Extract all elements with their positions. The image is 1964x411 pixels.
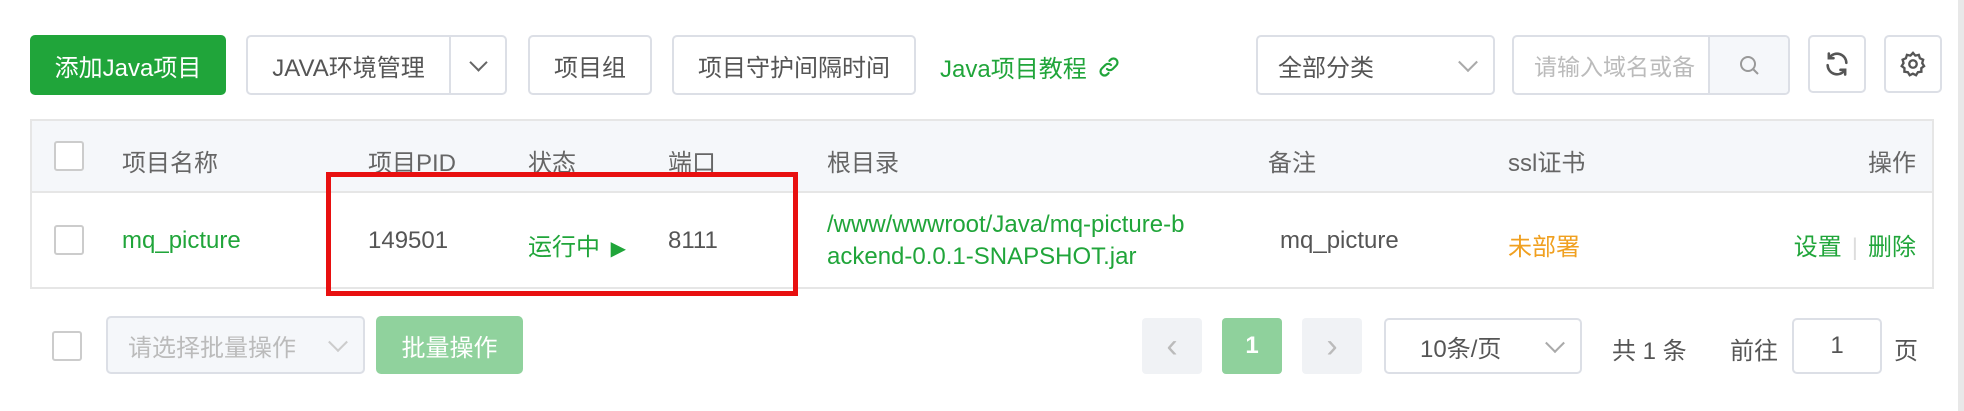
- select-all-checkbox[interactable]: [54, 141, 84, 171]
- settings-button[interactable]: [1884, 35, 1942, 93]
- page-size-value: 10条/页: [1420, 335, 1502, 363]
- java-env-dropdown-button[interactable]: [449, 35, 507, 95]
- batch-action-placeholder: 请选择批量操作: [128, 334, 296, 362]
- project-panel: 添加Java项目 JAVA环境管理 项目组 项目守护间隔时间 Java项目教程 …: [0, 0, 1964, 411]
- search-button[interactable]: [1708, 37, 1788, 93]
- action-separator: |: [1851, 234, 1858, 261]
- chevron-down-icon: [1545, 333, 1565, 354]
- project-root-link[interactable]: /www/wwwroot/Java/mq-picture-b ackend-0.…: [827, 209, 1184, 273]
- batch-operate-button[interactable]: 批量操作: [376, 316, 523, 374]
- search-input[interactable]: 请输入域名或备: [1514, 37, 1708, 93]
- next-page-button[interactable]: ›: [1302, 318, 1362, 374]
- header-actions: 操作: [1868, 150, 1916, 177]
- refresh-button[interactable]: [1808, 35, 1866, 93]
- search-box: 请输入域名或备: [1512, 35, 1790, 95]
- link-icon: [1099, 56, 1119, 77]
- goto-page-input[interactable]: 1: [1792, 318, 1882, 374]
- refresh-icon: [1826, 52, 1848, 76]
- settings-link[interactable]: 设置: [1794, 234, 1842, 261]
- chevron-down-icon: [468, 52, 488, 72]
- row-checkbox[interactable]: [54, 225, 84, 255]
- category-select[interactable]: 全部分类: [1256, 35, 1495, 95]
- goto-unit: 页: [1894, 338, 1918, 365]
- batch-action-select[interactable]: 请选择批量操作: [106, 316, 365, 374]
- current-page-button[interactable]: 1: [1222, 318, 1282, 374]
- total-count: 共 1 条: [1612, 338, 1687, 365]
- category-select-value: 全部分类: [1278, 54, 1374, 82]
- prev-page-button[interactable]: ‹: [1142, 318, 1202, 374]
- table-row: mq_picture 149501 运行中 ▶ 8111 /www/wwwroo…: [32, 193, 1932, 289]
- goto-label: 前往: [1730, 338, 1778, 365]
- java-tutorial-label: Java项目教程: [940, 56, 1087, 83]
- project-table: 项目名称 项目PID 状态 端口 根目录 备注 ssl证书 操作 mq_pict…: [30, 119, 1934, 289]
- gear-icon: [1900, 51, 1926, 77]
- header-root: 根目录: [827, 150, 899, 177]
- chevron-down-icon: [328, 332, 348, 353]
- guard-interval-button[interactable]: 项目守护间隔时间: [672, 35, 916, 95]
- search-icon: [1740, 56, 1759, 75]
- root-path-line1: /www/wwwroot/Java/mq-picture-b: [827, 211, 1185, 238]
- java-tutorial-link[interactable]: Java项目教程: [940, 49, 1121, 84]
- header-remark: 备注: [1268, 150, 1316, 177]
- row-actions: 设置 | 删除: [1794, 227, 1916, 262]
- project-group-button[interactable]: 项目组: [528, 35, 652, 95]
- java-env-button[interactable]: JAVA环境管理: [246, 35, 451, 95]
- root-path-line2: ackend-0.0.1-SNAPSHOT.jar: [827, 243, 1137, 270]
- chevron-down-icon: [1458, 52, 1478, 73]
- footer-select-checkbox[interactable]: [52, 331, 82, 361]
- ssl-status[interactable]: 未部署: [1508, 227, 1580, 262]
- header-ssl: ssl证书: [1508, 150, 1586, 177]
- table-header: 项目名称 项目PID 状态 端口 根目录 备注 ssl证书 操作: [32, 121, 1932, 193]
- header-name: 项目名称: [122, 150, 218, 177]
- project-name-link[interactable]: mq_picture: [122, 227, 241, 255]
- delete-link[interactable]: 删除: [1868, 234, 1916, 261]
- add-java-project-button[interactable]: 添加Java项目: [30, 35, 226, 95]
- project-remark[interactable]: mq_picture: [1280, 227, 1399, 255]
- page-size-select[interactable]: 10条/页: [1384, 318, 1582, 374]
- highlight-box: [326, 172, 798, 296]
